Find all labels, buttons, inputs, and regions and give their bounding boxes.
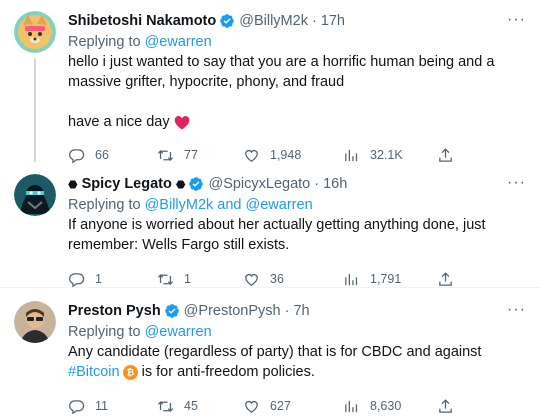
retweet-icon xyxy=(157,147,174,164)
retweet-count: 45 xyxy=(184,399,198,413)
tweet-text-line: massive grifter, hypocrite, phony, and f… xyxy=(68,74,345,90)
share-icon xyxy=(437,271,454,288)
share-icon xyxy=(437,398,454,415)
tweet-text-line: Any candidate (regardless of party) that… xyxy=(68,344,482,360)
verified-icon xyxy=(219,13,235,29)
tweet-text: If anyone is worried about her actually … xyxy=(68,215,526,255)
tweet-text-line: remember: Wells Fargo still exists. xyxy=(68,237,290,253)
views-icon xyxy=(343,398,360,415)
hashtag-bitcoin[interactable]: #Bitcoin xyxy=(68,362,120,382)
like-button[interactable]: 1,948 xyxy=(243,147,343,164)
retweet-icon xyxy=(157,271,174,288)
replying-to: Replying to @ewarren xyxy=(68,34,526,50)
reply-button[interactable]: 66 xyxy=(68,147,157,164)
heart-emoji-icon xyxy=(174,115,189,129)
name-suffix-symbol: ⬣ xyxy=(175,178,186,191)
like-count: 36 xyxy=(270,272,284,286)
retweet-button[interactable]: 1 xyxy=(157,271,243,288)
handle[interactable]: @SpicyxLegato xyxy=(208,176,310,192)
like-count: 627 xyxy=(270,399,291,413)
views-button[interactable]: 8,630 xyxy=(343,398,437,415)
avatar[interactable] xyxy=(14,174,56,216)
avatar[interactable] xyxy=(14,301,56,343)
tweet-text-line: have a nice day xyxy=(68,114,170,130)
share-button[interactable] xyxy=(437,147,454,164)
retweet-icon xyxy=(157,398,174,415)
separator-dot: · xyxy=(284,303,290,319)
timestamp[interactable]: 17h xyxy=(321,13,345,29)
tweet-text: Any candidate (regardless of party) that… xyxy=(68,342,526,382)
replying-prefix: Replying to xyxy=(68,324,145,340)
reply-icon xyxy=(68,271,85,288)
avatar[interactable] xyxy=(14,11,56,53)
verified-icon xyxy=(188,176,204,192)
like-button[interactable]: 36 xyxy=(243,271,343,288)
replying-to-link[interactable]: @ewarren xyxy=(145,34,212,50)
display-name[interactable]: Preston Pysh xyxy=(68,303,161,319)
timestamp[interactable]: 16h xyxy=(323,176,347,192)
bitcoin-icon: ₿ xyxy=(122,364,138,380)
display-name[interactable]: Shibetoshi Nakamoto xyxy=(68,13,216,29)
replying-to-link[interactable]: @ewarren xyxy=(145,324,212,340)
tweet-text-line: is for anti-freedom policies. xyxy=(137,364,315,380)
reply-count: 1 xyxy=(95,272,102,286)
like-button[interactable]: 627 xyxy=(243,398,343,415)
share-button[interactable] xyxy=(437,398,454,415)
reply-icon xyxy=(68,147,85,164)
handle[interactable]: @PrestonPysh xyxy=(184,303,281,319)
retweet-button[interactable]: 45 xyxy=(157,398,243,415)
tweet-spicy-legato[interactable]: ⬣ Spicy Legato ⬣ @SpicyxLegato · 16h ···… xyxy=(0,174,540,289)
views-icon xyxy=(343,271,360,288)
display-name[interactable]: Spicy Legato xyxy=(82,176,172,192)
replying-to: Replying to @BillyM2k and @ewarren xyxy=(68,197,526,213)
tweet-divider xyxy=(0,287,540,288)
replying-prefix: Replying to xyxy=(68,197,145,213)
retweet-count: 77 xyxy=(184,148,198,162)
like-icon xyxy=(243,147,260,164)
replying-prefix: Replying to xyxy=(68,34,145,50)
view-count: 1,791 xyxy=(370,272,402,286)
views-button[interactable]: 1,791 xyxy=(343,271,437,288)
views-button[interactable]: 32.1K xyxy=(343,147,437,164)
name-prefix-symbol: ⬣ xyxy=(68,178,78,191)
handle[interactable]: @BillyM2k xyxy=(239,13,308,29)
more-icon[interactable]: ··· xyxy=(507,174,526,192)
reply-count: 11 xyxy=(95,399,108,413)
verified-icon xyxy=(164,303,180,319)
view-count: 8,630 xyxy=(370,399,402,413)
retweet-count: 1 xyxy=(184,272,191,286)
replying-to: Replying to @ewarren xyxy=(68,324,526,340)
like-icon xyxy=(243,398,260,415)
tweet-preston-pysh[interactable]: Preston Pysh @PrestonPysh · 7h ··· Reply… xyxy=(0,301,540,416)
timestamp[interactable]: 7h xyxy=(293,303,309,319)
reply-button[interactable]: 1 xyxy=(68,271,157,288)
share-button[interactable] xyxy=(437,271,454,288)
reply-button[interactable]: 11 xyxy=(68,398,157,415)
svg-text:₿: ₿ xyxy=(126,367,134,377)
retweet-button[interactable]: 77 xyxy=(157,147,243,164)
reply-count: 66 xyxy=(95,148,109,162)
tweet-shibetoshi[interactable]: Shibetoshi Nakamoto @BillyM2k · 17h ··· … xyxy=(0,11,540,165)
reply-icon xyxy=(68,398,85,415)
like-icon xyxy=(243,271,260,288)
separator-dot: · xyxy=(314,176,320,192)
like-count: 1,948 xyxy=(270,148,302,162)
tweet-text: hello i just wanted to say that you are … xyxy=(68,52,526,132)
more-icon[interactable]: ··· xyxy=(507,11,526,29)
more-icon[interactable]: ··· xyxy=(507,301,526,319)
views-icon xyxy=(343,147,360,164)
separator-dot: · xyxy=(311,13,317,29)
share-icon xyxy=(437,147,454,164)
tweet-text-line: If anyone is worried about her actually … xyxy=(68,217,486,233)
replying-to-link[interactable]: @BillyM2k and @ewarren xyxy=(145,197,313,213)
view-count: 32.1K xyxy=(370,148,403,162)
tweet-text-line: hello i just wanted to say that you are … xyxy=(68,54,495,70)
